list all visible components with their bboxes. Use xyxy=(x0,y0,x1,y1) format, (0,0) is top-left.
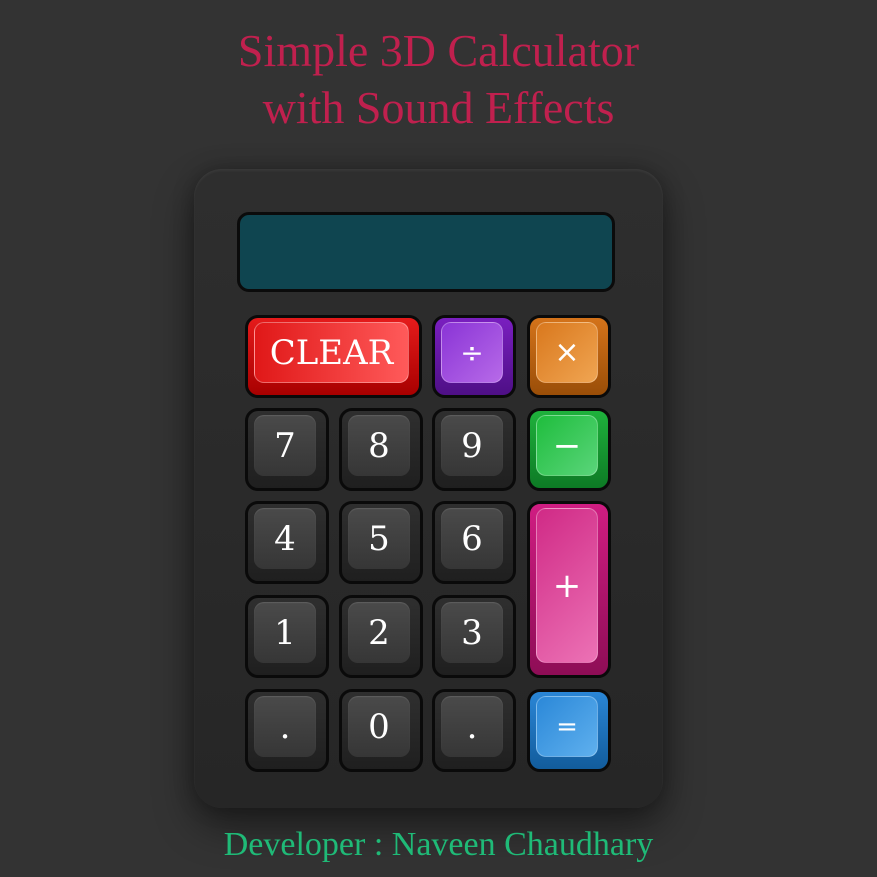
digit-6-label: 6 xyxy=(441,508,503,569)
multiply-icon: × xyxy=(536,322,598,383)
add-button[interactable]: + xyxy=(527,501,611,678)
digit-2-button[interactable]: 2 xyxy=(339,595,423,678)
calculator-body: CLEAR ÷ × 7 8 9 − 4 5 6 + 1 2 3 . 0 . = xyxy=(194,169,663,808)
divide-icon: ÷ xyxy=(441,322,503,383)
digit-1-button[interactable]: 1 xyxy=(245,595,329,678)
digit-1-label: 1 xyxy=(254,602,316,663)
decimal-point-button-left[interactable]: . xyxy=(245,689,329,772)
digit-8-label: 8 xyxy=(348,415,410,476)
subtract-button[interactable]: − xyxy=(527,408,611,491)
equals-button[interactable]: = xyxy=(527,689,611,772)
page: Simple 3D Calculator with Sound Effects … xyxy=(0,0,877,877)
decimal-point-right-label: . xyxy=(441,696,503,757)
digit-3-label: 3 xyxy=(441,602,503,663)
digit-5-button[interactable]: 5 xyxy=(339,501,423,584)
divide-button[interactable]: ÷ xyxy=(432,315,516,398)
digit-0-button[interactable]: 0 xyxy=(339,689,423,772)
decimal-point-button-right[interactable]: . xyxy=(432,689,516,772)
digit-9-label: 9 xyxy=(441,415,503,476)
digit-7-button[interactable]: 7 xyxy=(245,408,329,491)
clear-button[interactable]: CLEAR xyxy=(245,315,422,398)
digit-6-button[interactable]: 6 xyxy=(432,501,516,584)
decimal-point-left-label: . xyxy=(254,696,316,757)
equals-icon: = xyxy=(536,696,598,757)
multiply-button[interactable]: × xyxy=(527,315,611,398)
page-title: Simple 3D Calculator with Sound Effects xyxy=(0,22,877,136)
clear-button-label: CLEAR xyxy=(254,322,409,383)
digit-7-label: 7 xyxy=(254,415,316,476)
developer-credit: Developer : Naveen Chaudhary xyxy=(223,826,654,863)
digit-5-label: 5 xyxy=(348,508,410,569)
digit-0-label: 0 xyxy=(348,696,410,757)
digit-8-button[interactable]: 8 xyxy=(339,408,423,491)
digit-9-button[interactable]: 9 xyxy=(432,408,516,491)
title-line-1: Simple 3D Calculator xyxy=(237,25,640,76)
title-line-2: with Sound Effects xyxy=(262,82,615,133)
minus-icon: − xyxy=(536,415,598,476)
digit-2-label: 2 xyxy=(348,602,410,663)
digit-3-button[interactable]: 3 xyxy=(432,595,516,678)
digit-4-label: 4 xyxy=(254,508,316,569)
digit-4-button[interactable]: 4 xyxy=(245,501,329,584)
calculator-display xyxy=(237,212,615,292)
plus-icon: + xyxy=(536,508,598,663)
